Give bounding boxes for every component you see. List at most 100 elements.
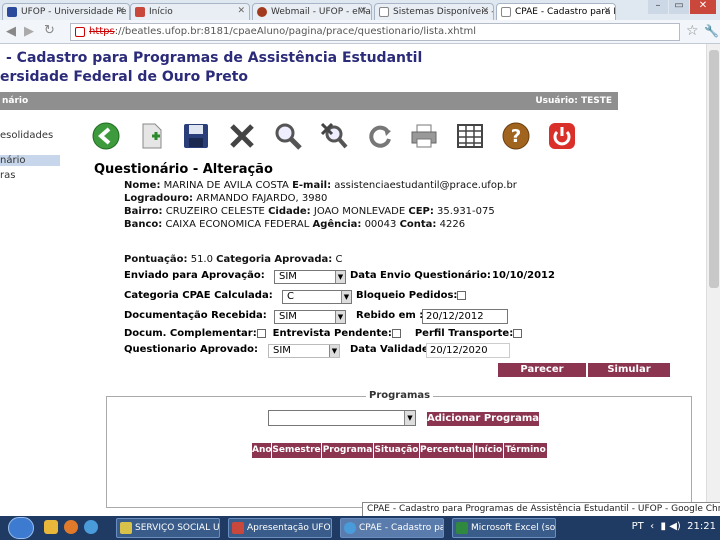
enviado-select[interactable]: SIM ▼ bbox=[274, 270, 346, 284]
chrome-icon[interactable] bbox=[84, 520, 98, 534]
taskbar-item-servico-social[interactable]: SERVIÇO SOCIAL UF... bbox=[116, 518, 220, 538]
grid-icon bbox=[457, 124, 483, 148]
delete-button[interactable] bbox=[226, 120, 258, 152]
network-icon[interactable]: ▮ bbox=[661, 521, 667, 532]
excel-icon bbox=[456, 522, 468, 534]
column-header-inicio: Início bbox=[474, 443, 504, 458]
page-scrollbar[interactable] bbox=[706, 44, 720, 516]
chevron-down-icon: ▼ bbox=[335, 271, 345, 283]
aprovado-label: Questionario Aprovado: bbox=[124, 344, 259, 355]
categoria-calculada-select[interactable]: C ▼ bbox=[282, 290, 352, 304]
chevron-down-icon: ▼ bbox=[329, 345, 339, 357]
simular-button[interactable]: Simular bbox=[588, 363, 670, 377]
close-window-icon[interactable]: ✕ bbox=[690, 0, 716, 14]
recebido-input[interactable]: 20/12/2012 bbox=[422, 309, 508, 324]
cep-value: 35.931-075 bbox=[437, 206, 495, 217]
insecure-lock-icon bbox=[75, 27, 85, 37]
entrevista-pendente-checkbox[interactable] bbox=[391, 328, 401, 338]
add-programa-button[interactable]: Adicionar Programa bbox=[427, 412, 539, 426]
column-header-situacao: Situação bbox=[374, 443, 420, 458]
sidebar-item-programas[interactable]: ras bbox=[0, 170, 60, 181]
browser-tab-inicio[interactable]: Início ✕ bbox=[130, 3, 250, 20]
sidebar-menu: esolidades nário ras bbox=[0, 130, 60, 195]
sidebar-item-solidades[interactable]: esolidades bbox=[0, 130, 60, 141]
aprovado-select[interactable]: SIM ▼ bbox=[268, 344, 340, 358]
data-envio-label: Data Envio Questionário: bbox=[350, 270, 491, 281]
bookmark-star-icon[interactable]: ☆ bbox=[686, 23, 699, 39]
browser-tab-cpae[interactable]: CPAE - Cadastro para P ✕ bbox=[496, 3, 616, 20]
close-tab-icon[interactable]: ✕ bbox=[481, 6, 489, 16]
help-icon: ? bbox=[502, 122, 530, 150]
taskbar-item-apresentacao[interactable]: Apresentação UFO... bbox=[228, 518, 332, 538]
exit-button[interactable] bbox=[546, 120, 578, 152]
back-button[interactable] bbox=[90, 120, 122, 152]
bloqueio-checkbox[interactable] bbox=[457, 290, 467, 300]
close-tab-icon[interactable]: ✕ bbox=[603, 6, 611, 16]
close-tab-icon[interactable]: ✕ bbox=[359, 6, 367, 16]
url-input[interactable]: https://beatles.ufop.br:8181/cpaeAluno/p… bbox=[70, 23, 680, 41]
email-value: assistenciaestudantil@prace.ufop.br bbox=[334, 180, 517, 191]
taskbar-item-cpae[interactable]: CPAE - Cadastro par... bbox=[340, 518, 444, 538]
programas-legend: Programas bbox=[366, 390, 434, 401]
enviado-label: Enviado para Aprovação: bbox=[124, 270, 265, 281]
print-button[interactable] bbox=[408, 120, 440, 152]
taskbar-item-excel[interactable]: Microsoft Excel (so... bbox=[452, 518, 556, 538]
column-header-ano: Ano bbox=[252, 443, 272, 458]
help-button[interactable]: ? bbox=[500, 120, 532, 152]
start-button[interactable] bbox=[8, 517, 34, 539]
user-bar: nário Usuário: TESTE bbox=[0, 92, 618, 110]
page-header: - Cadastro para Programas de Assistência… bbox=[0, 44, 618, 92]
window-controls: – ▭ ✕ bbox=[648, 0, 716, 14]
word-doc-icon bbox=[120, 522, 132, 534]
column-header-semestre: Semestre bbox=[272, 443, 322, 458]
recebido-label: Rebido em : bbox=[356, 310, 424, 321]
page-title: Questionário - Alteração bbox=[94, 162, 273, 177]
questionnaire-form: Questionário - Alteração Nome: MARINA DE… bbox=[94, 162, 694, 392]
window-tooltip: CPAE - Cadastro para Programas de Assist… bbox=[362, 502, 720, 517]
browser-tab-ufop[interactable]: UFOP - Universidade Fe ✕ bbox=[2, 3, 130, 20]
close-tab-icon[interactable]: ✕ bbox=[117, 6, 125, 16]
column-header-termino: Término bbox=[504, 443, 548, 458]
grid-button[interactable] bbox=[454, 120, 486, 152]
power-icon bbox=[549, 123, 575, 149]
save-button[interactable] bbox=[180, 120, 212, 152]
system-title: - Cadastro para Programas de Assistência… bbox=[6, 50, 423, 66]
print-icon bbox=[411, 124, 437, 148]
browser-tab-webmail[interactable]: Webmail - UFOP - eMa ✕ bbox=[252, 3, 372, 20]
close-tab-icon[interactable]: ✕ bbox=[237, 6, 245, 16]
scrollbar-thumb[interactable] bbox=[709, 50, 719, 288]
folder-icon[interactable] bbox=[44, 520, 58, 534]
clock[interactable]: 21:21 bbox=[687, 521, 716, 532]
tray-arrow-icon[interactable]: ‹ bbox=[650, 521, 654, 532]
new-button[interactable] bbox=[136, 120, 168, 152]
search-icon bbox=[275, 123, 302, 150]
docum-complementar-checkbox[interactable] bbox=[256, 328, 266, 338]
back-arrow-icon[interactable]: ◀ bbox=[6, 24, 16, 39]
cancel-search-button[interactable] bbox=[318, 120, 350, 152]
parecer-button[interactable]: Parecer bbox=[498, 363, 586, 377]
user-label: Usuário: TESTE bbox=[535, 96, 612, 106]
student-info-line-1: Nome: MARINA DE AVILA COSTA E-mail: assi… bbox=[124, 180, 517, 191]
data-validade-input[interactable]: 20/12/2020 bbox=[426, 343, 510, 358]
forward-arrow-icon[interactable]: ▶ bbox=[24, 24, 34, 39]
cidade-value: JOAO MONLEVADE bbox=[313, 206, 406, 217]
wrench-icon[interactable]: 🔧 bbox=[704, 24, 719, 38]
volume-icon[interactable]: ◀) bbox=[669, 521, 681, 532]
sidebar-item-questionario[interactable]: nário bbox=[0, 155, 60, 166]
documentacao-select[interactable]: SIM ▼ bbox=[274, 310, 346, 324]
reload-icon[interactable]: ↻ bbox=[44, 23, 55, 38]
column-header-programa: Programa bbox=[322, 443, 374, 458]
student-info-line-3: Bairro: CRUZEIRO CELESTE Cidade: JOAO MO… bbox=[124, 206, 495, 217]
back-icon bbox=[92, 122, 120, 150]
search-button[interactable] bbox=[272, 120, 304, 152]
language-indicator[interactable]: PT bbox=[632, 521, 644, 532]
perfil-transporte-checkbox[interactable] bbox=[513, 328, 523, 338]
minimize-icon[interactable]: – bbox=[648, 0, 668, 14]
programa-select[interactable]: ▼ bbox=[268, 410, 416, 426]
refresh-button[interactable] bbox=[364, 120, 396, 152]
data-envio-value: 10/10/2012 bbox=[492, 270, 555, 281]
column-header-percentual: Percentual bbox=[420, 443, 475, 458]
browser-tab-sistemas[interactable]: Sistemas Disponíveis - I ✕ bbox=[374, 3, 494, 20]
media-player-icon[interactable] bbox=[64, 520, 78, 534]
maximize-icon[interactable]: ▭ bbox=[669, 0, 689, 14]
